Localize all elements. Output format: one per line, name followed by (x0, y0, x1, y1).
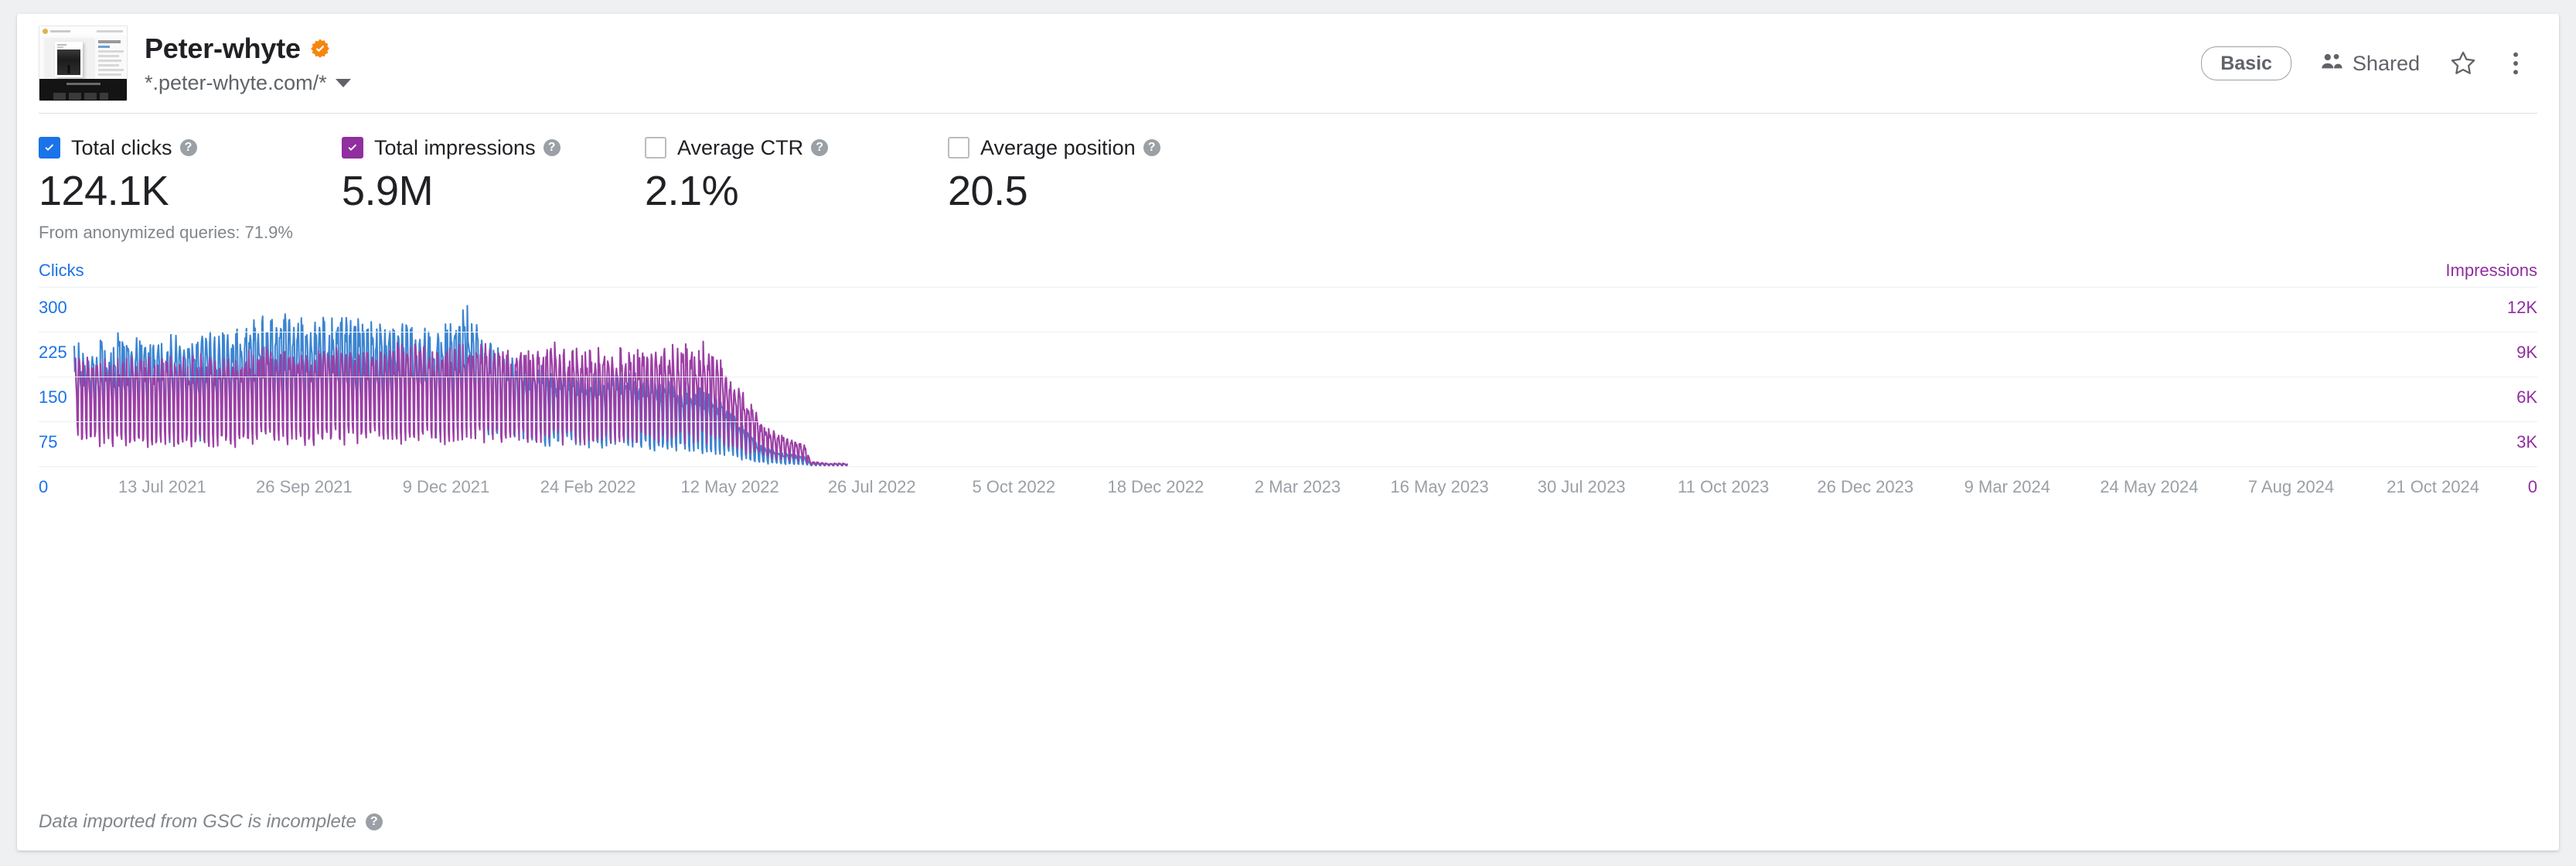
checkbox-average-position[interactable] (948, 137, 969, 159)
more-vertical-icon[interactable] (2499, 46, 2533, 80)
x-tick: 11 Oct 2023 (1678, 477, 1770, 496)
metric-card-average-position[interactable]: Average position? 20.5 (948, 135, 1251, 216)
x-tick: 26 Dec 2023 (1817, 477, 1914, 496)
x-tick: 30 Jul 2023 (1537, 477, 1626, 496)
x-tick: 26 Jul 2022 (827, 477, 916, 496)
help-icon[interactable]: ? (1143, 139, 1160, 156)
metric-value: 2.1% (645, 168, 739, 214)
shared-label: Shared (2352, 51, 2420, 75)
property-title-block: Peter-whyte *.peter-whyte.com/* (145, 32, 351, 95)
gridline (39, 421, 2537, 422)
gridline (39, 287, 2537, 288)
chart-plot-area[interactable]: 300 12K 225 9K 150 6K 75 3K 0 0 (39, 287, 2537, 496)
metric-label: Total impressions (374, 136, 536, 159)
metric-card-average-ctr[interactable]: Average CTR? 2.1% (645, 135, 948, 216)
gsc-incomplete-note: Data imported from GSC is incomplete ? (39, 810, 383, 834)
x-tick: 7 Aug 2024 (2247, 477, 2335, 496)
star-icon[interactable] (2446, 46, 2480, 80)
x-tick: 21 Oct 2024 (2387, 477, 2479, 496)
metric-card-total-clicks[interactable]: Total clicks? 124.1K (39, 135, 342, 216)
y-tick-left: 225 (39, 343, 67, 362)
metric-label: Total clicks (71, 136, 172, 159)
people-icon (2321, 52, 2344, 76)
left-axis-title: Clicks (39, 261, 84, 280)
chart-x-axis: 13 Jul 2021 26 Sep 2021 9 Dec 2021 24 Feb 2… (74, 476, 2494, 499)
x-tick: 9 Mar 2024 (1964, 477, 2050, 496)
shared-button[interactable]: Shared (2321, 52, 2420, 76)
footnote-text: Data imported from GSC is incomplete (39, 811, 356, 832)
verified-badge-icon (309, 38, 331, 60)
x-tick: 24 May 2024 (2100, 477, 2199, 496)
right-axis-title: Impressions (2445, 261, 2537, 280)
y-tick-right: 12K (2506, 298, 2537, 317)
x-tick: 5 Oct 2022 (972, 477, 1056, 496)
page-title: Peter-whyte (145, 32, 301, 64)
header-actions: Basic Shared (2201, 46, 2534, 80)
site-thumbnail (39, 26, 128, 101)
x-tick: 13 Jul 2021 (118, 477, 206, 496)
plan-badge[interactable]: Basic (2201, 46, 2291, 80)
y-tick-left: 0 (39, 477, 49, 496)
metric-label: Average position (980, 136, 1136, 159)
y-tick-left: 75 (39, 432, 58, 452)
gridline (39, 466, 2537, 467)
x-tick: 26 Sep 2021 (256, 477, 353, 496)
anonymized-queries-note: From anonymized queries: 71.9% (39, 223, 293, 242)
y-tick-right: 0 (2527, 477, 2537, 496)
performance-chart: Clicks Impressions 300 12K 225 9K 150 6K 75 3K 0… (39, 261, 2537, 496)
property-url[interactable]: *.peter-whyte.com/* (145, 70, 327, 95)
property-header: Peter-whyte *.peter-whyte.com/* Basic Sh… (17, 14, 2559, 113)
search-performance-card: Peter-whyte *.peter-whyte.com/* Basic Sh… (17, 14, 2559, 851)
metric-value: 124.1K (39, 168, 169, 214)
x-tick: 18 Dec 2022 (1107, 477, 1205, 496)
y-tick-left: 300 (39, 298, 67, 317)
metric-card-total-impressions[interactable]: Total impressions? 5.9M (342, 135, 645, 216)
y-tick-right: 3K (2516, 432, 2537, 452)
x-tick: 16 May 2023 (1390, 477, 1489, 496)
metric-cards: Total clicks? 124.1K Total impressions? 5.9… (17, 114, 2559, 216)
help-icon[interactable]: ? (811, 139, 829, 156)
help-icon[interactable]: ? (179, 139, 197, 156)
help-icon[interactable]: ? (543, 139, 561, 156)
x-tick: 12 May 2022 (680, 477, 779, 496)
chevron-down-icon[interactable] (335, 78, 351, 87)
x-tick: 9 Dec 2021 (402, 477, 490, 496)
metric-value: 5.9M (342, 168, 434, 214)
metric-value: 20.5 (948, 168, 1028, 214)
y-tick-right: 6K (2516, 387, 2537, 407)
checkbox-total-clicks[interactable] (39, 137, 60, 159)
x-tick: 24 Feb 2022 (540, 477, 636, 496)
y-tick-right: 9K (2516, 343, 2537, 362)
help-icon[interactable]: ? (365, 813, 383, 830)
checkbox-average-ctr[interactable] (645, 137, 666, 159)
checkbox-total-impressions[interactable] (342, 137, 363, 159)
x-tick: 2 Mar 2023 (1254, 477, 1341, 496)
metric-label: Average CTR (677, 136, 804, 159)
y-tick-left: 150 (39, 387, 67, 407)
